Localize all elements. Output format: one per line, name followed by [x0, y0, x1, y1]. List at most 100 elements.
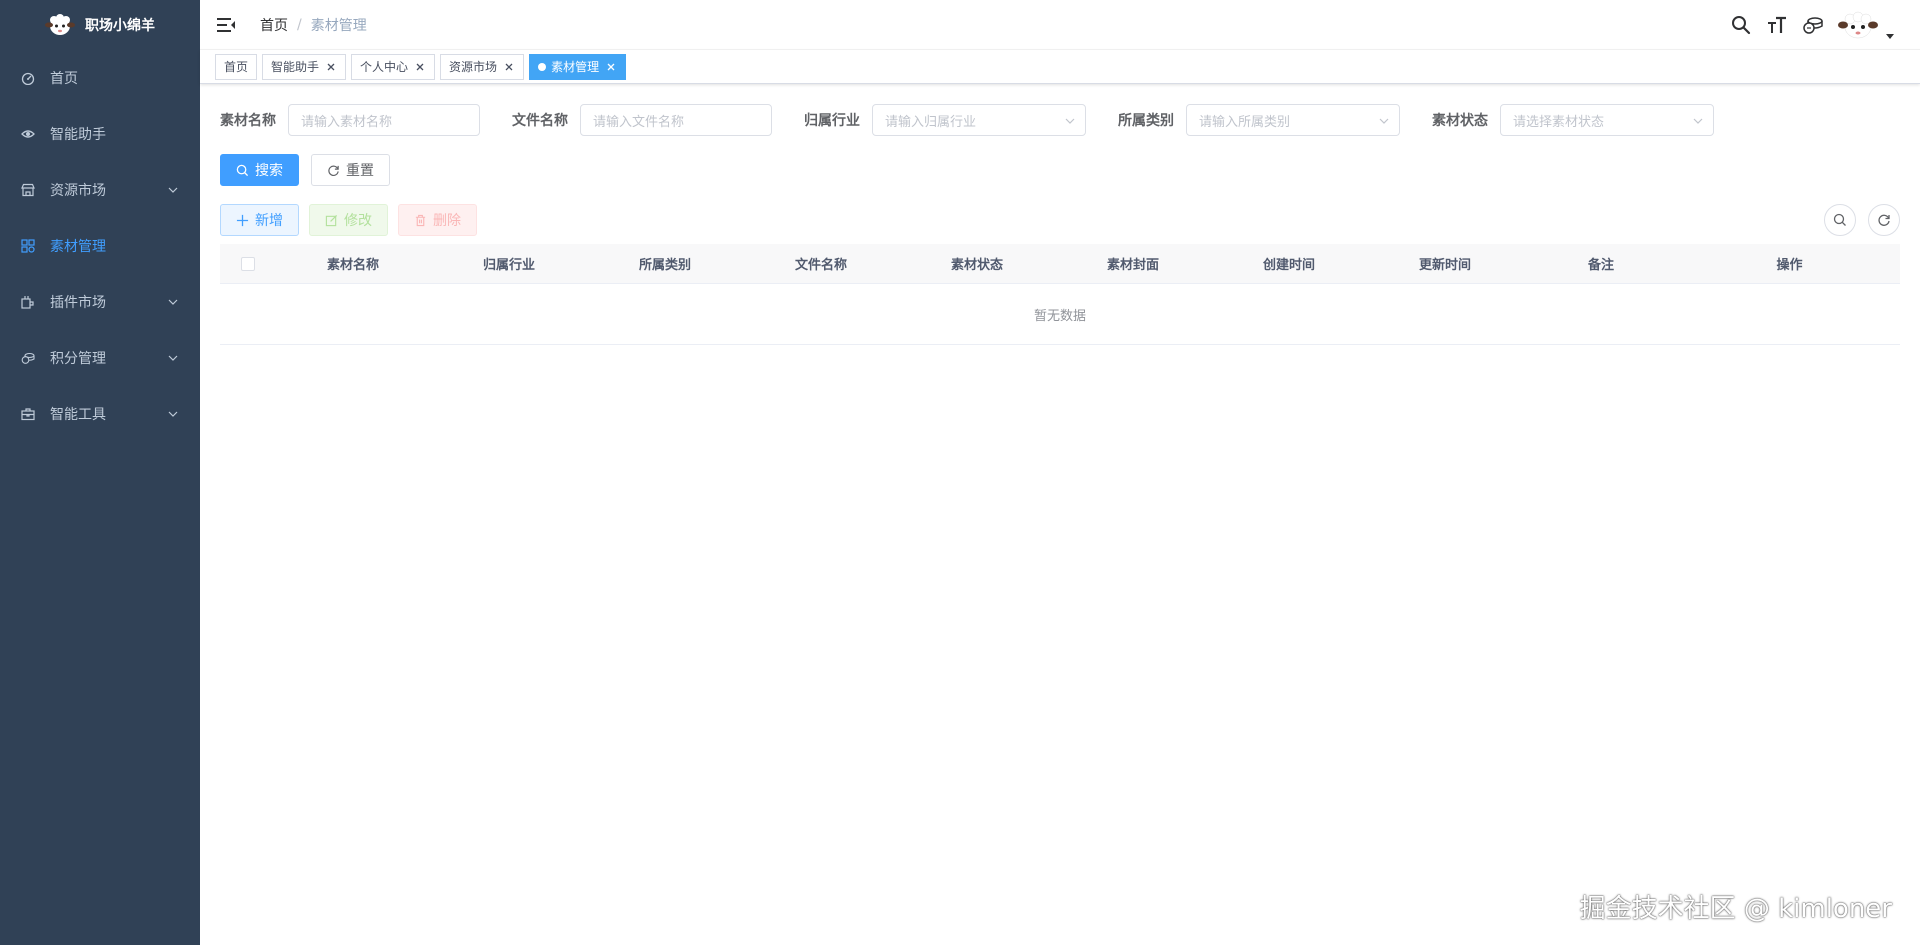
tag-item[interactable]: 素材管理 — [529, 53, 627, 80]
select-field[interactable]: 请输入归属行业 — [872, 104, 1086, 136]
tag-label: 首页 — [224, 60, 249, 74]
column-header: 素材名称 — [326, 258, 379, 273]
sidebar-item-label: 首页 — [50, 71, 78, 87]
chevron-down-icon — [1693, 118, 1703, 124]
tags-view: 首页 智能助手 个人中心 资源市场 素材管理 — [200, 50, 1920, 84]
chevron-down-icon — [168, 187, 178, 193]
select-field[interactable]: 请选择素材状态 — [1500, 104, 1714, 136]
column-header: 文件名称 — [794, 258, 847, 273]
font-size-icon[interactable] — [1766, 14, 1788, 36]
hamburger-icon[interactable] — [216, 15, 236, 35]
sidebar-item[interactable]: 智能助手 — [0, 106, 200, 162]
reset-button[interactable]: 重置 — [311, 154, 390, 186]
watermark: 掘金技术社区 @ kimloner — [1579, 894, 1892, 924]
column-header: 素材封面 — [1106, 258, 1159, 273]
sidebar-item-label: 素材管理 — [50, 239, 106, 255]
coins-icon — [20, 350, 36, 366]
edit-button[interactable]: 修改 — [309, 204, 388, 236]
trash-icon — [415, 214, 426, 226]
select-all-cell — [220, 256, 275, 271]
breadcrumb: 首页 / 素材管理 — [260, 15, 367, 35]
close-icon[interactable] — [605, 61, 617, 73]
coins-icon[interactable] — [1802, 14, 1824, 36]
tag-item[interactable]: 首页 — [215, 53, 258, 80]
placeholder: 请输入素材名称 — [301, 114, 393, 130]
tag-item[interactable]: 智能助手 — [262, 53, 347, 80]
search-button-label: 搜索 — [255, 163, 283, 179]
sidebar-logo[interactable]: 职场小绵羊 — [0, 0, 200, 50]
app-title: 职场小绵羊 — [85, 18, 155, 34]
refresh-button[interactable] — [1868, 204, 1900, 236]
page-content: 素材名称 请输入素材名称 文件名称 请输入文件名称 归属行业 请输入归属行业 所属类别 请输入… — [200, 84, 1920, 365]
form-item: 文件名称 请输入文件名称 — [512, 104, 772, 136]
close-icon[interactable] — [414, 61, 426, 73]
dashboard-icon — [20, 70, 36, 86]
text-input[interactable]: 请输入素材名称 — [288, 104, 480, 136]
tag-label: 素材管理 — [551, 60, 600, 74]
sidebar-item-label: 资源市场 — [50, 183, 106, 199]
add-button[interactable]: 新增 — [220, 204, 299, 236]
delete-button-label: 删除 — [433, 213, 461, 229]
sidebar-item-label: 智能助手 — [50, 127, 106, 143]
sidebar-item-label: 积分管理 — [50, 351, 106, 367]
sidebar-item[interactable]: 积分管理 — [0, 330, 200, 386]
refresh-icon — [328, 165, 339, 176]
plus-icon — [236, 214, 249, 226]
column-header: 更新时间 — [1418, 258, 1471, 273]
select-field[interactable]: 请输入所属类别 — [1186, 104, 1400, 136]
close-icon[interactable] — [503, 61, 515, 73]
sidebar: 职场小绵羊 首页智能助手资源市场素材管理插件市场积分管理智能工具 — [0, 0, 200, 945]
sidebar-item[interactable]: 插件市场 — [0, 274, 200, 330]
search-actions: 搜索 重置 — [220, 154, 1900, 186]
sidebar-menu: 首页智能助手资源市场素材管理插件市场积分管理智能工具 — [0, 50, 200, 442]
chevron-down-icon — [168, 411, 178, 417]
sidebar-item[interactable]: 首页 — [0, 50, 200, 106]
search-form: 素材名称 请输入素材名称 文件名称 请输入文件名称 归属行业 请输入归属行业 所属类别 请输入… — [220, 104, 1900, 136]
search-icon — [236, 164, 249, 176]
form-item: 所属类别 请输入所属类别 — [1118, 104, 1400, 136]
toolbox-icon — [20, 406, 36, 422]
column-header: 备注 — [1587, 258, 1614, 273]
form-item: 素材名称 请输入素材名称 — [220, 104, 480, 136]
breadcrumb-home[interactable]: 首页 — [260, 15, 288, 35]
edit-button-label: 修改 — [344, 213, 372, 229]
chevron-down-icon — [168, 299, 178, 305]
tag-item[interactable]: 个人中心 — [351, 53, 436, 80]
form-item: 素材状态 请选择素材状态 — [1432, 104, 1714, 136]
placeholder: 请输入文件名称 — [593, 114, 685, 130]
column-header: 素材状态 — [950, 258, 1003, 273]
sidebar-item[interactable]: 智能工具 — [0, 386, 200, 442]
navbar: 首页 / 素材管理 — [200, 0, 1920, 50]
sidebar-item[interactable]: 资源市场 — [0, 162, 200, 218]
data-table: 素材名称 归属行业 所属类别 文件名称 素材状态 素材封面 创建时间 更新时间 备注 操作 暂无数… — [220, 244, 1900, 345]
sidebar-item-label: 插件市场 — [50, 295, 106, 311]
tag-label: 资源市场 — [449, 60, 498, 74]
search-icon[interactable] — [1730, 14, 1752, 36]
reset-button-label: 重置 — [346, 163, 374, 179]
placeholder: 请输入所属类别 — [1199, 114, 1291, 130]
delete-button[interactable]: 删除 — [398, 204, 477, 236]
search-button[interactable]: 搜索 — [220, 154, 299, 186]
tag-label: 个人中心 — [360, 60, 409, 74]
sidebar-item[interactable]: 素材管理 — [0, 218, 200, 274]
edit-icon — [325, 214, 338, 226]
form-label: 素材名称 — [220, 113, 276, 129]
user-avatar-dropdown[interactable] — [1838, 10, 1894, 40]
select-all-checkbox[interactable] — [240, 256, 255, 271]
tag-item[interactable]: 资源市场 — [440, 53, 525, 80]
search-icon — [1833, 213, 1846, 226]
sheep-logo-icon — [45, 14, 75, 35]
placeholder: 请选择素材状态 — [1513, 114, 1605, 130]
text-input[interactable]: 请输入文件名称 — [580, 104, 772, 136]
close-icon[interactable] — [325, 61, 337, 73]
right-menu — [1730, 0, 1894, 50]
form-label: 所属类别 — [1118, 113, 1174, 129]
chevron-down-icon — [1065, 118, 1075, 124]
avatar — [1838, 11, 1878, 39]
toggle-search-button[interactable] — [1824, 204, 1856, 236]
form-label: 归属行业 — [804, 113, 860, 129]
material-icon — [20, 238, 36, 254]
form-item: 归属行业 请输入归属行业 — [804, 104, 1086, 136]
table-header: 素材名称 归属行业 所属类别 文件名称 素材状态 素材封面 创建时间 更新时间 备注 操作 — [220, 244, 1900, 284]
form-label: 文件名称 — [512, 113, 568, 129]
